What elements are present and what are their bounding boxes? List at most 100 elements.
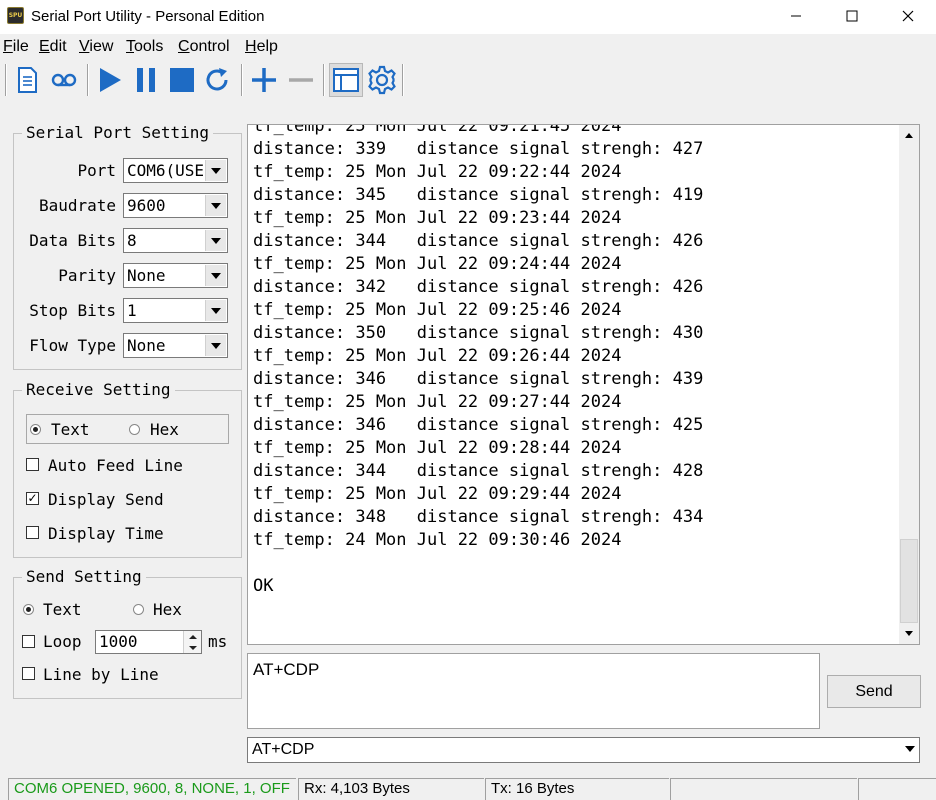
output-line: tf_temp: 25 Mon Jul 22 09:24:44 2024 [253, 254, 622, 274]
auto-feed-line-checkbox[interactable] [26, 458, 39, 471]
toolbar-separator [87, 64, 89, 96]
chevron-down-icon[interactable] [205, 160, 226, 181]
add-button[interactable] [247, 63, 281, 97]
scroll-thumb[interactable] [900, 539, 918, 623]
output-line: tf_temp: 25 Mon Jul 22 09:22:44 2024 [253, 162, 622, 182]
menu-bar: File Edit View Tools Control Help [0, 34, 936, 60]
remove-button[interactable] [284, 63, 318, 97]
play-icon [100, 68, 121, 92]
loop-label: Loop [43, 632, 82, 651]
output-line: distance: 348 distance signal strengh: 4… [253, 507, 704, 527]
loop-interval-stepper[interactable]: 1000 [95, 630, 202, 654]
scroll-down-icon[interactable] [899, 624, 919, 644]
toolbar-separator [323, 64, 325, 96]
chevron-down-icon[interactable] [205, 265, 226, 286]
scroll-up-icon[interactable] [899, 125, 919, 145]
output-line: tf_temp: 24 Mon Jul 22 09:30:46 2024 [253, 530, 622, 550]
chevron-down-icon[interactable] [905, 746, 915, 752]
data-bits-label: Data Bits [29, 231, 116, 250]
new-file-icon [18, 67, 37, 93]
receive-hex-radio[interactable] [129, 424, 140, 435]
output-line: distance: 346 distance signal strengh: 4… [253, 415, 704, 435]
receive-text-label: Text [51, 420, 90, 439]
menu-tools[interactable]: Tools [126, 38, 163, 56]
stop-button[interactable] [165, 63, 199, 97]
status-empty-cell [858, 778, 936, 800]
chevron-down-icon[interactable] [205, 195, 226, 216]
parity-select[interactable]: None [123, 263, 228, 288]
menu-edit[interactable]: Edit [39, 38, 67, 56]
menu-view[interactable]: View [79, 38, 113, 56]
refresh-button[interactable] [201, 63, 235, 97]
port-label: Port [77, 161, 116, 180]
flow-type-select[interactable]: None [123, 333, 228, 358]
stepper-down-icon[interactable] [184, 642, 201, 653]
window-button[interactable] [329, 63, 363, 97]
auto-feed-line-label: Auto Feed Line [48, 456, 183, 475]
display-time-checkbox[interactable] [26, 526, 39, 539]
tx-count: Tx: 16 Bytes [485, 778, 669, 800]
output-scrollbar[interactable] [899, 124, 920, 645]
output-line: tf_temp: 25 Mon Jul 22 09:23:44 2024 [253, 208, 622, 228]
record-button[interactable] [47, 63, 81, 97]
output-line: distance: 350 distance signal strengh: 4… [253, 323, 704, 343]
menu-help[interactable]: Help [245, 38, 278, 56]
minimize-icon [791, 15, 801, 17]
display-send-checkbox[interactable]: ✓ [26, 492, 39, 505]
output-line: OK [253, 576, 274, 596]
output-line: distance: 342 distance signal strengh: 4… [253, 277, 704, 297]
loop-checkbox[interactable] [22, 635, 35, 648]
pause-button[interactable] [129, 63, 163, 97]
output-line: distance: 344 distance signal strengh: 4… [253, 461, 704, 481]
menu-control[interactable]: Control [178, 38, 230, 56]
flow-type-label: Flow Type [29, 336, 116, 355]
output-line: distance: 344 distance signal strengh: 4… [253, 231, 704, 251]
send-text-radio[interactable] [23, 604, 34, 615]
chevron-down-icon[interactable] [205, 230, 226, 251]
send-input[interactable]: AT+CDP [247, 653, 820, 729]
checkmark-icon: ✓ [27, 491, 38, 505]
toolbar [0, 60, 936, 100]
send-hex-radio[interactable] [133, 604, 144, 615]
plus-icon [252, 68, 276, 92]
new-file-button[interactable] [10, 63, 44, 97]
output-line: distance: 346 distance signal strengh: 4… [253, 369, 704, 389]
data-bits-select[interactable]: 8 [123, 228, 228, 253]
window-icon [333, 68, 359, 92]
display-time-label: Display Time [48, 524, 164, 543]
stepper-buttons[interactable] [183, 631, 201, 653]
output-line: tf_temp: 25 Mon Jul 22 09:29:44 2024 [253, 484, 622, 504]
chevron-down-icon[interactable] [205, 335, 226, 356]
stepper-up-icon[interactable] [184, 631, 201, 642]
receive-output-area[interactable]: tf_temp: 25 Mon Jul 22 09:21:45 2024 dist… [247, 124, 920, 645]
stop-bits-select[interactable]: 1 [123, 298, 228, 323]
group-title: Send Setting [22, 567, 146, 586]
record-icon [51, 73, 77, 87]
settings-button[interactable] [365, 63, 399, 97]
app-logo-icon: SPU [7, 7, 24, 24]
maximize-button[interactable] [824, 0, 880, 32]
baudrate-select[interactable]: 9600 [123, 193, 228, 218]
menu-file[interactable]: File [3, 38, 29, 56]
connection-status: COM6 OPENED, 9600, 8, NONE, 1, OFF [8, 778, 296, 800]
output-line: distance: 345 distance signal strengh: 4… [253, 185, 704, 205]
port-select[interactable]: COM6(USE [123, 158, 228, 183]
baudrate-label: Baudrate [38, 196, 116, 215]
chevron-down-icon[interactable] [205, 300, 226, 321]
refresh-icon [206, 68, 228, 91]
maximize-icon [846, 10, 858, 22]
status-bar: COM6 OPENED, 9600, 8, NONE, 1, OFF Rx: 4… [0, 777, 936, 800]
close-button[interactable] [880, 0, 936, 32]
output-text: tf_temp: 25 Mon Jul 22 09:21:45 2024 dist… [253, 125, 704, 598]
send-history-select[interactable]: AT+CDP [247, 737, 920, 763]
send-button[interactable]: Send [827, 675, 921, 708]
open-port-button[interactable] [93, 63, 127, 97]
settings-gear-icon [368, 65, 396, 95]
receive-text-radio[interactable] [30, 424, 41, 435]
toolbar-separator [402, 64, 404, 96]
minimize-button[interactable] [768, 0, 824, 32]
window-title: Serial Port Utility - Personal Edition [31, 8, 265, 25]
line-by-line-checkbox[interactable] [22, 667, 35, 680]
send-hex-label: Hex [153, 600, 182, 619]
